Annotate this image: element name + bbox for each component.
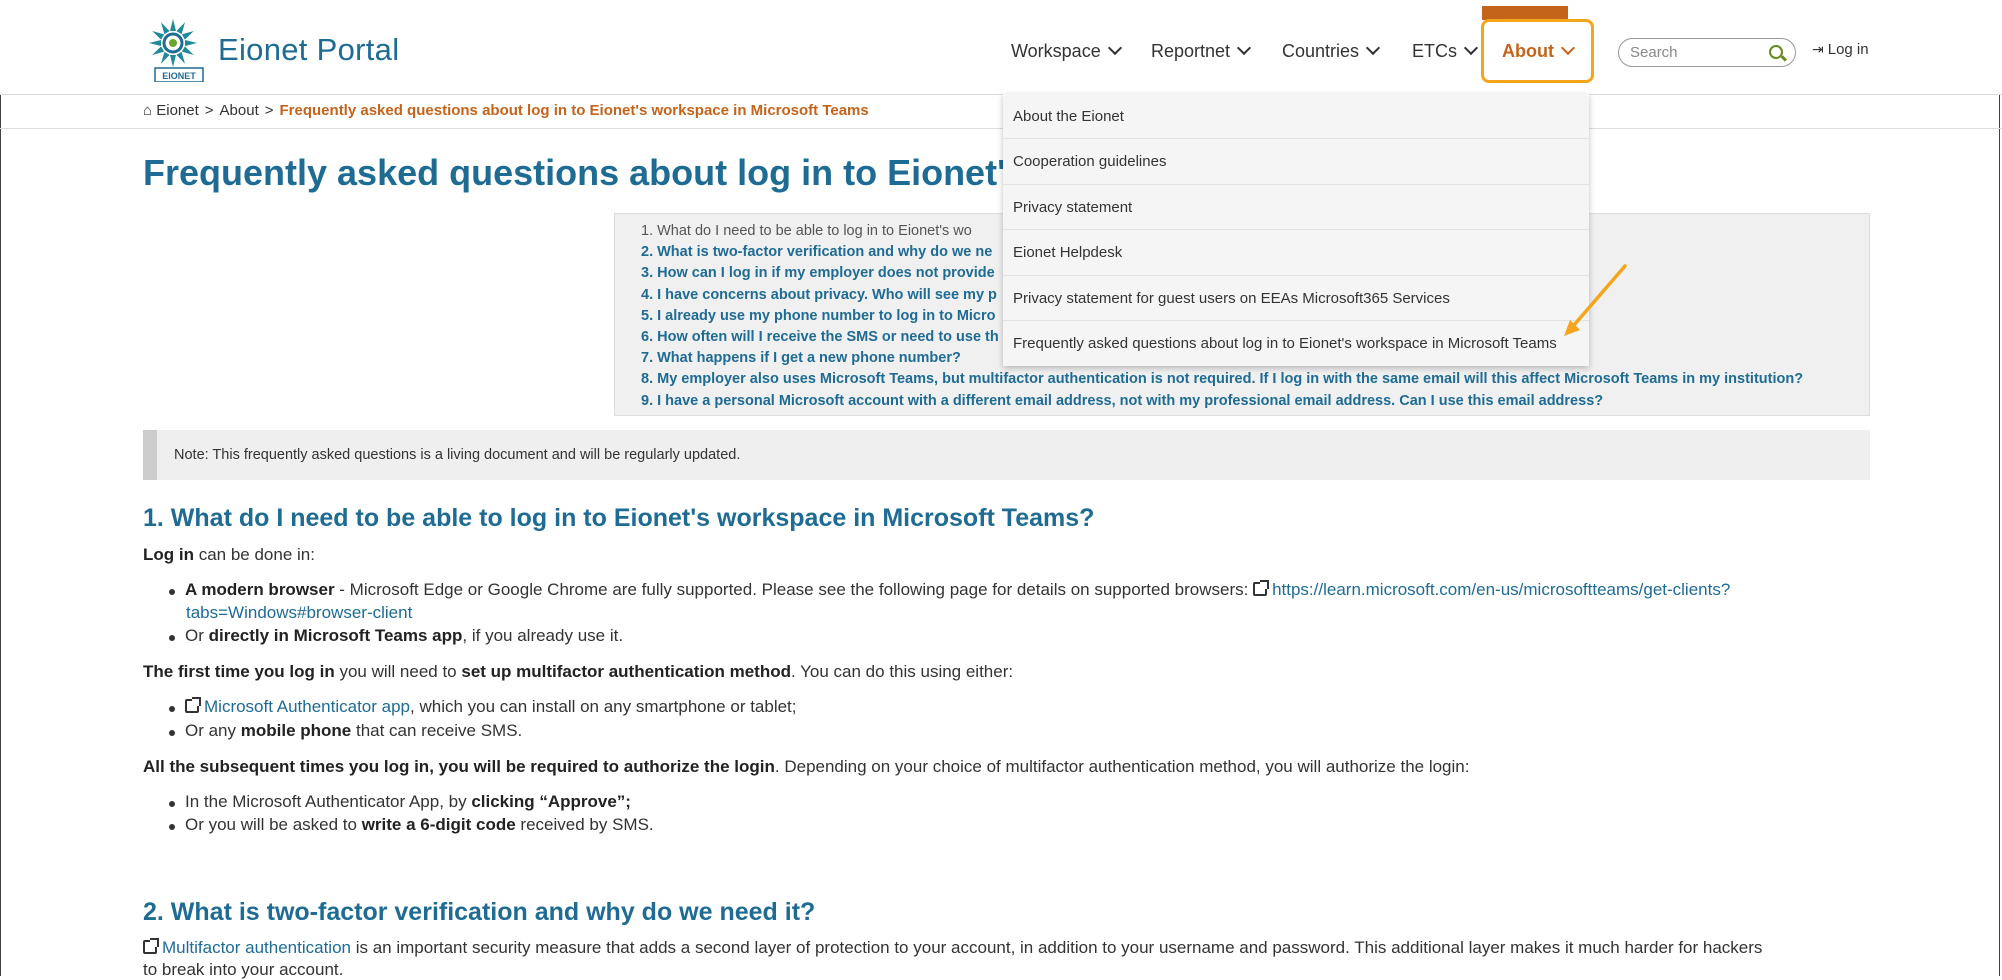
about-dropdown-menu: About the Eionet Cooperation guidelines …	[1003, 94, 1589, 366]
text: received by SMS.	[515, 815, 654, 834]
breadcrumb-separator: >	[264, 102, 274, 119]
paragraph: All the subsequent times you log in, you…	[143, 757, 1469, 777]
logo-text: EIONET	[162, 71, 196, 81]
login-link[interactable]: ⇥ Log in	[1812, 41, 1869, 58]
external-link-icon	[1253, 580, 1270, 596]
text: Or	[185, 626, 209, 645]
list-item: Microsoft Authenticator app, which you c…	[169, 697, 797, 717]
breadcrumb-eionet[interactable]: Eionet	[156, 102, 199, 119]
link-continuation: tabs=Windows#browser-client	[186, 603, 412, 623]
breadcrumb-about[interactable]: About	[220, 102, 259, 119]
chevron-down-icon	[1463, 40, 1479, 56]
page-title: Frequently asked questions about log in …	[143, 152, 1064, 193]
browser-support-link[interactable]: https://learn.microsoft.com/en-us/micros…	[1272, 580, 1730, 599]
nav-about[interactable]: About	[1481, 19, 1594, 83]
text: that can receive SMS.	[351, 721, 523, 740]
bold-text: Log in	[143, 545, 194, 564]
bold-text: set up multifactor authentication method	[461, 662, 791, 681]
text: . You can do this using either:	[791, 662, 1014, 681]
site-brand[interactable]: Eionet Portal	[218, 32, 399, 68]
nav-label: Countries	[1282, 41, 1360, 61]
authenticator-app-link[interactable]: Microsoft Authenticator app	[204, 697, 410, 716]
nav-workspace[interactable]: Workspace	[1011, 20, 1122, 82]
eionet-logo[interactable]: EIONET	[143, 16, 205, 82]
paragraph: The first time you log in you will need …	[143, 662, 1013, 682]
text: you will need to	[334, 662, 462, 681]
list-item: In the Microsoft Authenticator App, by c…	[169, 792, 631, 812]
nav-label: About	[1502, 41, 1554, 61]
chevron-down-icon	[1365, 40, 1381, 56]
text: is an important security measure that ad…	[351, 938, 1763, 957]
bold-text: The first time you log in	[143, 662, 335, 681]
login-icon: ⇥	[1812, 41, 1824, 57]
bold-text: A modern browser	[185, 580, 335, 599]
search-placeholder: Search	[1630, 44, 1678, 61]
breadcrumb: ⌂ Eionet > About > Frequently asked question…	[143, 102, 869, 119]
text: , if you already use it.	[462, 626, 624, 645]
text: , which you can install on any smartphon…	[410, 697, 797, 716]
note-box: Note: This frequently asked questions is…	[143, 430, 1870, 480]
text: - Microsoft Edge or Google Chrome are fu…	[334, 580, 1254, 599]
list-item: Or any mobile phone that can receive SMS…	[168, 721, 523, 741]
toc-item[interactable]: 8. My employer also uses Microsoft Teams…	[641, 369, 1869, 390]
paragraph: Multifactor authentication is an importa…	[143, 938, 1762, 958]
menu-item-guest-privacy[interactable]: Privacy statement for guest users on EEA…	[1003, 276, 1589, 321]
menu-item-cooperation-guidelines[interactable]: Cooperation guidelines	[1003, 139, 1589, 185]
section-1-heading: 1. What do I need to be able to log in t…	[143, 504, 1095, 532]
menu-item-about-eionet[interactable]: About the Eionet	[1003, 94, 1589, 140]
bold-text: mobile phone	[240, 721, 352, 740]
paragraph: Log in can be done in:	[143, 545, 315, 565]
nav-label: ETCs	[1412, 41, 1457, 61]
chevron-down-icon	[1560, 40, 1576, 56]
bold-text: All the subsequent times you log in, you…	[143, 757, 775, 776]
nav-etcs[interactable]: ETCs	[1412, 20, 1479, 82]
search-input[interactable]: Search	[1618, 38, 1796, 67]
divider	[0, 128, 2002, 129]
about-active-indicator	[1482, 6, 1568, 20]
nav-countries[interactable]: Countries	[1282, 20, 1381, 82]
paragraph-cont: to break into your account.	[143, 960, 344, 979]
text: In the Microsoft Authenticator App, by	[185, 792, 472, 811]
toc-item[interactable]: 9. I have a personal Microsoft account w…	[641, 391, 1869, 412]
chevron-down-icon	[1236, 40, 1252, 56]
list-item: Or you will be asked to write a 6-digit …	[169, 815, 654, 835]
text: . Depending on your choice of multifacto…	[774, 757, 1470, 776]
chevron-down-icon	[1107, 40, 1122, 56]
list-item: Or directly in Microsoft Teams app, if y…	[168, 626, 624, 646]
home-icon[interactable]: ⌂	[143, 102, 152, 119]
search-icon[interactable]	[1769, 45, 1783, 59]
mfa-link[interactable]: Multifactor authentication	[162, 938, 351, 957]
nav-label: Reportnet	[1151, 41, 1231, 61]
menu-item-privacy-statement[interactable]: Privacy statement	[1003, 185, 1589, 231]
browser-support-link-cont[interactable]: tabs=Windows#browser-client	[186, 603, 412, 622]
bold-text: write a 6-digit code	[361, 815, 516, 834]
text: can be done in:	[193, 545, 315, 564]
text: Or any	[185, 721, 241, 740]
nav-label: Workspace	[1011, 41, 1101, 61]
menu-item-helpdesk[interactable]: Eionet Helpdesk	[1003, 230, 1589, 276]
external-link-icon	[143, 938, 159, 954]
list-item: A modern browser - Microsoft Edge or Goo…	[168, 580, 1730, 600]
bold-text: directly in Microsoft Teams app	[208, 626, 463, 645]
external-link-icon	[185, 697, 201, 713]
annotation-arrow-icon	[1564, 264, 1627, 336]
nav-reportnet[interactable]: Reportnet	[1151, 20, 1252, 82]
breadcrumb-separator: >	[204, 102, 214, 119]
site-header: EIONET Eionet Portal Workspace Reportnet…	[0, 0, 2002, 95]
section-2-heading: 2. What is two-factor verification and w…	[143, 898, 816, 926]
breadcrumb-current: Frequently asked questions about log in …	[279, 102, 869, 119]
menu-item-faq-login[interactable]: Frequently asked questions about log in …	[1003, 321, 1589, 366]
text: Or you will be asked to	[185, 815, 362, 834]
login-label: Log in	[1827, 41, 1869, 58]
bold-text: clicking “Approve”;	[471, 792, 631, 811]
